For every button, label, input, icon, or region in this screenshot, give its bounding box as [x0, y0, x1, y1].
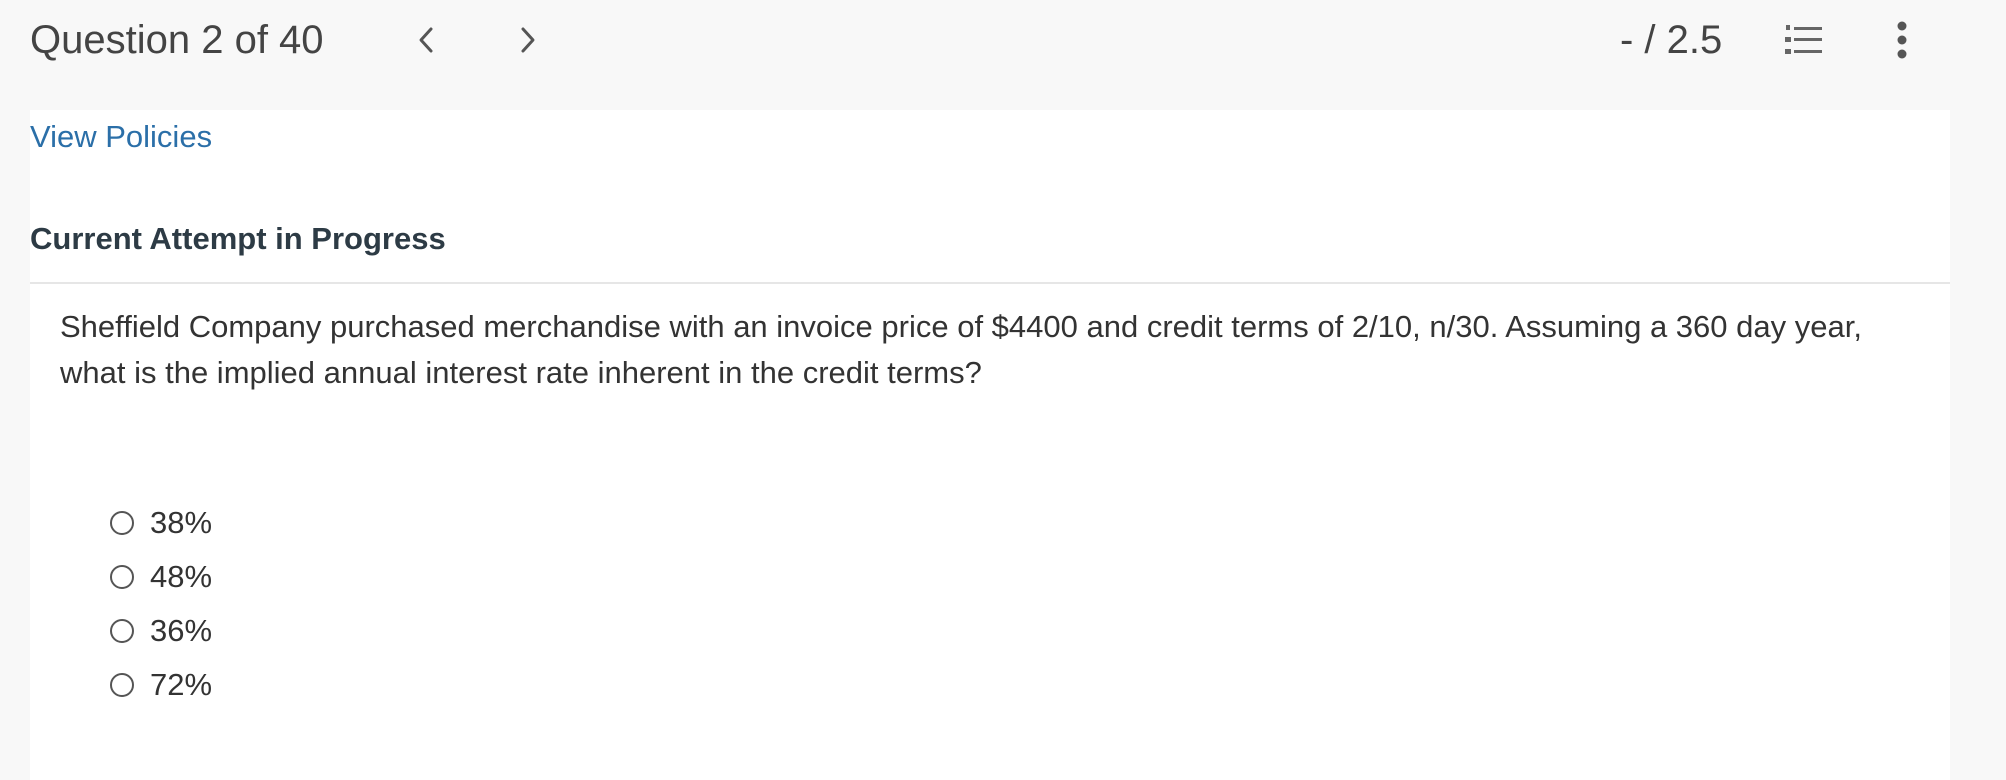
- score-display: - / 2.5: [1620, 18, 1723, 62]
- divider: [30, 282, 1950, 284]
- answer-option[interactable]: 36%: [110, 604, 212, 658]
- answer-option-label: 38%: [150, 505, 213, 540]
- question-counter: Question 2 of 40: [30, 18, 324, 62]
- question-header: Question 2 of 40 - / 2.5: [0, 0, 2006, 110]
- next-question-button[interactable]: [506, 18, 550, 62]
- vertical-dots-icon: [1897, 21, 1907, 59]
- view-policies-link[interactable]: View Policies: [30, 116, 212, 158]
- attempt-heading: Current Attempt in Progress: [30, 221, 446, 256]
- answer-option-label: 48%: [150, 559, 213, 594]
- previous-question-button[interactable]: [404, 18, 448, 62]
- chevron-right-icon: [521, 27, 535, 53]
- question-content: View Policies Current Attempt in Progres…: [30, 110, 1950, 780]
- radio-button[interactable]: [110, 511, 134, 535]
- answer-option-label: 72%: [150, 667, 213, 702]
- radio-button[interactable]: [110, 619, 134, 643]
- answer-option-label: 36%: [150, 613, 213, 648]
- answer-option[interactable]: 48%: [110, 550, 212, 604]
- radio-button[interactable]: [110, 673, 134, 697]
- answer-options: 38% 48% 36% 72%: [110, 496, 212, 712]
- numbered-list-icon: [1785, 25, 1822, 54]
- answer-option[interactable]: 38%: [110, 496, 212, 550]
- more-options-button[interactable]: [1882, 16, 1922, 64]
- chevron-left-icon: [419, 27, 433, 53]
- question-list-button[interactable]: [1782, 20, 1826, 60]
- answer-option[interactable]: 72%: [110, 658, 212, 712]
- radio-button[interactable]: [110, 565, 134, 589]
- question-text: Sheffield Company purchased merchandise …: [60, 309, 1862, 390]
